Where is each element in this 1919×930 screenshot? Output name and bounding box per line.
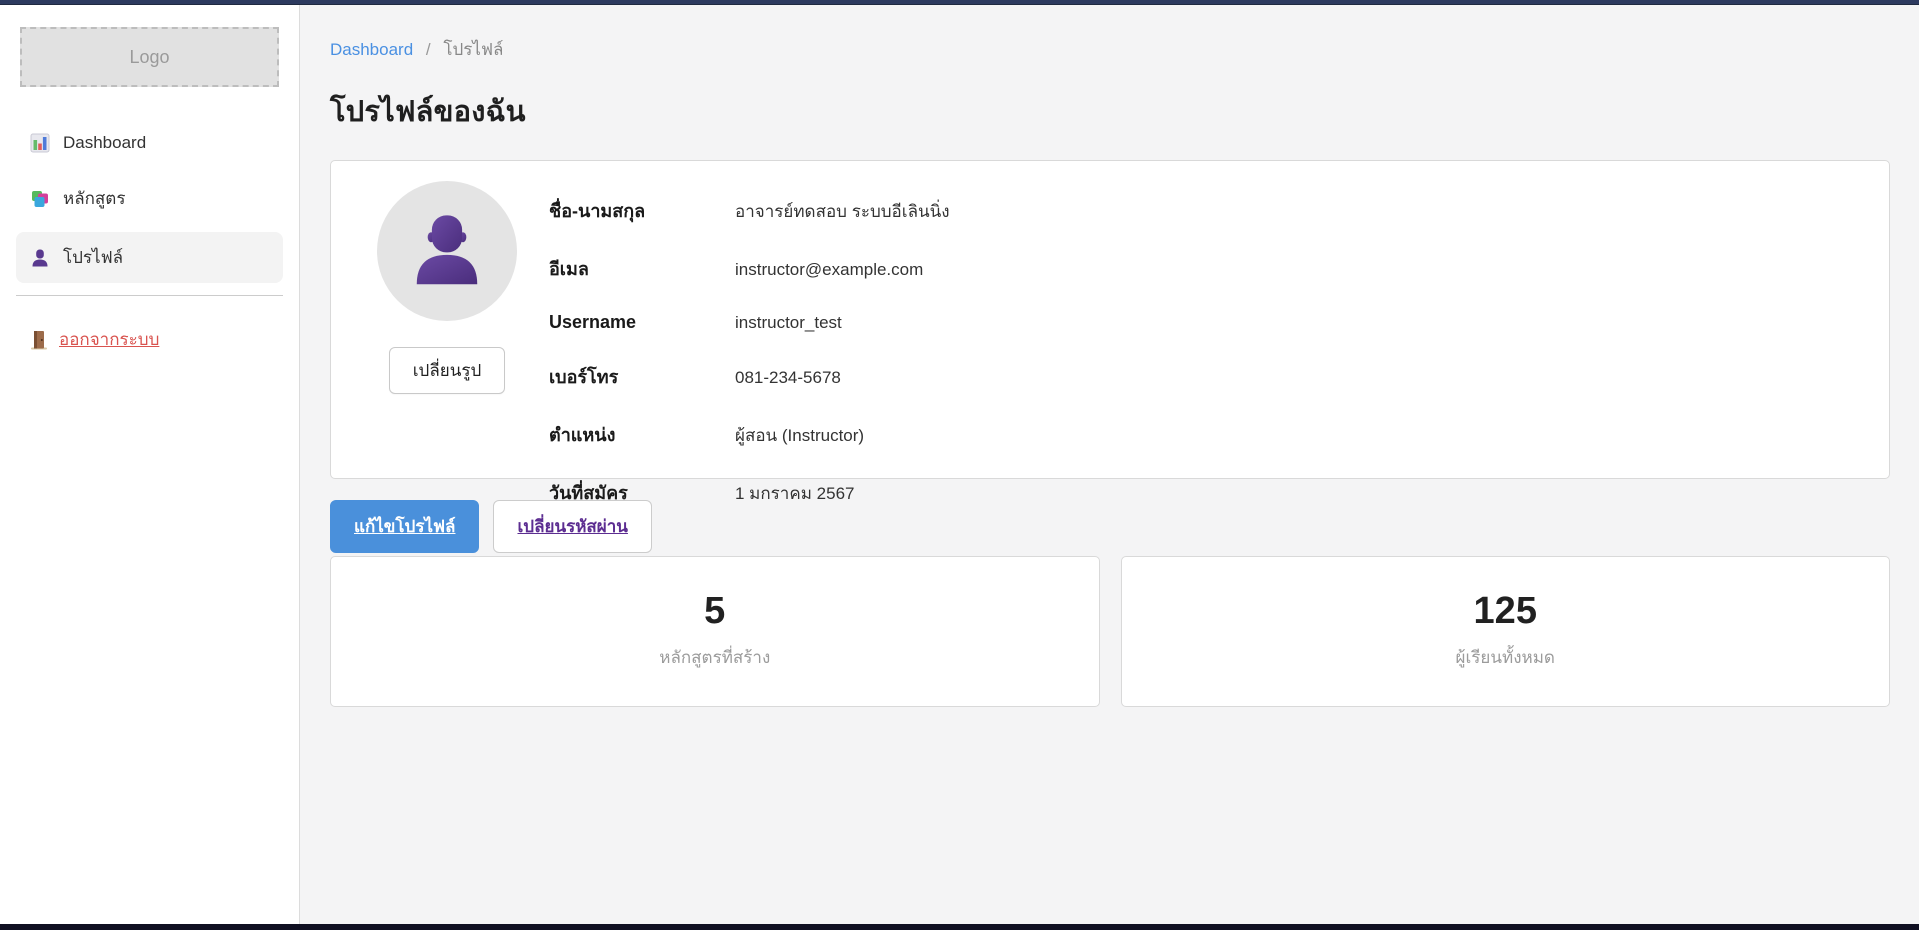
avatar-column: เปลี่ยนรูป [367,181,527,458]
breadcrumb-current: โปรไฟล์ [443,40,503,59]
stat-label: หลักสูตรที่สร้าง [659,644,770,671]
bottom-edge-bar [0,924,1919,930]
content-area: Logo Dashboard [0,5,1919,924]
door-icon [30,330,48,350]
logo-label: Logo [129,47,169,68]
avatar [377,181,517,321]
breadcrumb: Dashboard / โปรไฟล์ [330,36,1890,63]
actions-row: แก้ไขโปรไฟล์ เปลี่ยนรหัสผ่าน [330,500,1890,553]
page-title: โปรไฟล์ของฉัน [330,88,1890,134]
edit-profile-button[interactable]: แก้ไขโปรไฟล์ [330,500,479,553]
sidebar-nav: Dashboard หลักสูตร [0,121,299,283]
field-row-name: ชื่อ-นามสกุล อาจารย์ทดสอบ ระบบอีเลินนิ่ง [549,196,1853,225]
stat-value: 125 [1474,592,1537,630]
field-label: ชื่อ-นามสกุล [549,196,735,225]
field-label: Username [549,312,735,333]
stat-label: ผู้เรียนทั้งหมด [1456,644,1555,671]
change-password-button[interactable]: เปลี่ยนรหัสผ่าน [493,500,651,553]
field-row-position: ตำแหน่ง ผู้สอน (Instructor) [549,420,1853,449]
logo-placeholder: Logo [20,27,279,87]
field-label: ตำแหน่ง [549,420,735,449]
person-bust-icon [405,207,489,296]
field-value: instructor_test [735,313,842,333]
field-value: 081-234-5678 [735,368,841,388]
sidebar-item-profile[interactable]: โปรไฟล์ [16,232,283,283]
sidebar-item-label: Dashboard [63,133,146,153]
stat-card-courses-created: 5 หลักสูตรที่สร้าง [330,556,1100,707]
sidebar-item-label: โปรไฟล์ [63,244,123,271]
change-photo-button[interactable]: เปลี่ยนรูป [389,347,506,394]
sidebar-item-courses[interactable]: หลักสูตร [16,173,283,224]
app-frame: Logo Dashboard [0,0,1919,930]
profile-fields: ชื่อ-นามสกุล อาจารย์ทดสอบ ระบบอีเลินนิ่ง… [549,181,1853,458]
field-value: 1 มกราคม 2567 [735,480,854,507]
logout-link[interactable]: ออกจากระบบ [16,326,283,353]
logout-label: ออกจากระบบ [59,326,159,353]
breadcrumb-separator: / [426,40,431,59]
layered-squares-icon [30,189,50,209]
person-icon [30,248,50,268]
stat-value: 5 [704,592,725,630]
field-value: อาจารย์ทดสอบ ระบบอีเลินนิ่ง [735,198,950,225]
sidebar-divider [16,295,283,296]
field-value: ผู้สอน (Instructor) [735,422,864,449]
field-row-register-date: วันที่สมัคร 1 มกราคม 2567 [549,478,1853,507]
field-row-phone: เบอร์โทร 081-234-5678 [549,362,1853,391]
field-value: instructor@example.com [735,260,923,280]
profile-card: เปลี่ยนรูป ชื่อ-นามสกุล อาจารย์ทดสอบ ระบ… [330,160,1890,479]
bar-chart-icon [30,133,50,153]
field-label: อีเมล [549,254,735,283]
field-row-email: อีเมล instructor@example.com [549,254,1853,283]
stats-row: 5 หลักสูตรที่สร้าง 125 ผู้เรียนทั้งหมด [330,556,1890,707]
sidebar: Logo Dashboard [0,5,300,924]
sidebar-item-dashboard[interactable]: Dashboard [16,121,283,165]
stat-card-total-students: 125 ผู้เรียนทั้งหมด [1121,556,1891,707]
breadcrumb-link-dashboard[interactable]: Dashboard [330,40,413,59]
field-row-username: Username instructor_test [549,312,1853,333]
main-content: Dashboard / โปรไฟล์ โปรไฟล์ของฉัน [300,5,1919,924]
field-label: เบอร์โทร [549,362,735,391]
sidebar-item-label: หลักสูตร [63,185,125,212]
